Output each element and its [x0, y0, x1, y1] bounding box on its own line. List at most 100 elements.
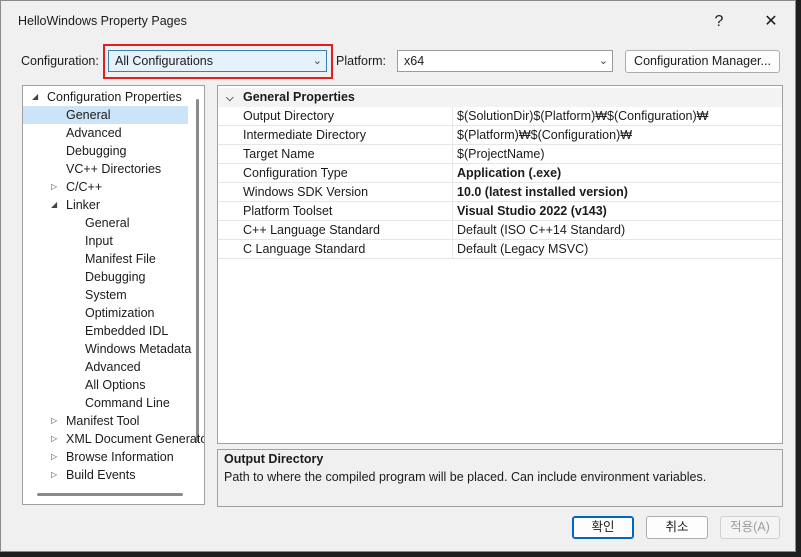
property-row[interactable]: Intermediate Directory $(Platform)₩$(Conf… — [218, 126, 782, 145]
tree-item[interactable]: VC++ Directories — [23, 160, 193, 178]
property-name: Platform Toolset — [243, 204, 333, 218]
tree-item[interactable]: Advanced — [23, 124, 193, 142]
collapsed-arrow-icon[interactable]: ▷ — [51, 412, 57, 430]
tree-item-label: Debugging — [85, 270, 146, 284]
tree-item-label: Windows Metadata — [85, 342, 192, 356]
property-name: Configuration Type — [243, 166, 348, 180]
expanded-arrow-icon[interactable]: ◢ — [51, 196, 57, 214]
tree-item[interactable]: ▷ Browse Information — [23, 448, 193, 466]
tree-item-label: C/C++ — [66, 180, 103, 194]
column-divider — [452, 202, 453, 221]
property-value[interactable]: 10.0 (latest installed version) — [457, 183, 628, 202]
property-name: C++ Language Standard — [243, 223, 380, 237]
property-value[interactable]: Default (Legacy MSVC) — [457, 240, 588, 259]
tree-item-label: Configuration Properties — [47, 90, 182, 104]
column-divider — [452, 183, 453, 202]
tree-item-label: XML Document Generator — [66, 432, 205, 446]
tree-item[interactable]: Debugging — [23, 268, 193, 286]
property-value[interactable]: $(SolutionDir)$(Platform)₩$(Configuratio… — [457, 107, 708, 126]
tree-item-label: Input — [85, 234, 113, 248]
tree-item-label: Advanced — [66, 126, 122, 140]
collapsed-arrow-icon[interactable]: ▷ — [51, 178, 57, 196]
tree-item-label: General — [66, 108, 111, 122]
tree-item[interactable]: All Options — [23, 376, 193, 394]
tree-item[interactable]: Advanced — [23, 358, 193, 376]
tree-item-label: Linker — [66, 198, 101, 212]
chevron-down-icon[interactable]: ⌵ — [226, 89, 234, 108]
close-icon[interactable]: ✕ — [759, 11, 783, 33]
description-panel: Output Directory Path to where the compi… — [217, 449, 783, 507]
column-divider — [452, 240, 453, 259]
tree-item-label: Advanced — [85, 360, 141, 374]
property-row[interactable]: Platform Toolset Visual Studio 2022 (v143… — [218, 202, 782, 221]
column-divider — [452, 145, 453, 164]
platform-value: x64 — [404, 54, 425, 68]
column-divider — [452, 126, 453, 145]
tree-item-label: Optimization — [85, 306, 155, 320]
property-value[interactable]: $(Platform)₩$(Configuration)₩ — [457, 126, 632, 145]
property-row[interactable]: Target Name $(ProjectName) — [218, 145, 782, 164]
property-value[interactable]: Visual Studio 2022 (v143) — [457, 202, 607, 221]
tree-item-label: Embedded IDL — [85, 324, 169, 338]
property-name: Windows SDK Version — [243, 185, 369, 199]
column-divider — [452, 107, 453, 126]
tree-item-label: Build Events — [66, 468, 136, 482]
configuration-value: All Configurations — [115, 54, 213, 68]
tree-item[interactable]: Manifest File — [23, 250, 193, 268]
tree-item[interactable]: ◢ Linker — [23, 196, 193, 214]
tree-item[interactable]: ▷ Manifest Tool — [23, 412, 193, 430]
cancel-button[interactable]: 취소 — [646, 516, 708, 539]
tree-item[interactable]: Input — [23, 232, 193, 250]
tree-item[interactable]: Command Line — [23, 394, 193, 412]
apply-button[interactable]: 적용(A) — [720, 516, 780, 539]
property-row[interactable]: Output Directory $(SolutionDir)$(Platform… — [218, 107, 782, 126]
title-bar: HelloWindows Property Pages ? ✕ — [1, 1, 795, 41]
tree-item-label: All Options — [85, 378, 146, 392]
property-value[interactable]: $(ProjectName) — [457, 145, 545, 164]
tree-item[interactable]: General — [23, 214, 193, 232]
tree-item[interactable]: ◢ Configuration Properties — [23, 88, 193, 106]
tree-item[interactable]: Windows Metadata — [23, 340, 193, 358]
chevron-down-icon: ⌄ — [598, 55, 608, 67]
property-row[interactable]: Configuration Type Application (.exe) — [218, 164, 782, 183]
property-tree[interactable]: ◢ Configuration Properties General Advanced… — [22, 85, 205, 505]
property-row[interactable]: Windows SDK Version 10.0 (latest installe… — [218, 183, 782, 202]
tree-item[interactable]: Debugging — [23, 142, 193, 160]
platform-label: Platform: — [336, 54, 387, 68]
tree-item-label: Browse Information — [66, 450, 174, 464]
chevron-down-icon: ⌄ — [312, 55, 322, 67]
tree-item[interactable]: General — [23, 106, 188, 124]
tree-item-label: Debugging — [66, 144, 127, 158]
tree-item-label: Command Line — [85, 396, 170, 410]
column-divider — [452, 164, 453, 183]
tree-item[interactable]: ▷ Build Events — [23, 466, 193, 484]
tree-item[interactable]: ▷ XML Document Generator — [23, 430, 204, 448]
configuration-manager-button[interactable]: Configuration Manager... — [625, 50, 780, 73]
collapsed-arrow-icon[interactable]: ▷ — [51, 448, 57, 466]
help-icon[interactable]: ? — [707, 11, 731, 33]
tree-item[interactable]: Embedded IDL — [23, 322, 193, 340]
property-row[interactable]: C Language Standard Default (Legacy MSVC) — [218, 240, 782, 259]
property-row[interactable]: C++ Language Standard Default (ISO C++14 … — [218, 221, 782, 240]
tree-horizontal-scrollbar[interactable] — [37, 493, 183, 496]
description-text: Path to where the compiled program will … — [224, 470, 707, 484]
configuration-dropdown[interactable]: All Configurations ⌄ — [108, 50, 327, 72]
collapsed-arrow-icon[interactable]: ▷ — [51, 466, 57, 484]
property-name: Output Directory — [243, 109, 335, 123]
tree-item-label: General — [85, 216, 130, 230]
property-value[interactable]: Default (ISO C++14 Standard) — [457, 221, 625, 240]
expanded-arrow-icon[interactable]: ◢ — [32, 88, 38, 106]
tree-vertical-scrollbar[interactable] — [196, 99, 199, 442]
section-header[interactable]: ⌵ General Properties — [218, 88, 782, 107]
property-pages-dialog: HelloWindows Property Pages ? ✕ Configur… — [0, 0, 796, 552]
platform-dropdown[interactable]: x64 ⌄ — [397, 50, 613, 72]
tree-item[interactable]: System — [23, 286, 193, 304]
tree-item-label: Manifest File — [85, 252, 156, 266]
ok-button[interactable]: 확인 — [572, 516, 634, 539]
property-value[interactable]: Application (.exe) — [457, 164, 561, 183]
property-name: C Language Standard — [243, 242, 366, 256]
tree-item[interactable]: Optimization — [23, 304, 193, 322]
property-name: Intermediate Directory — [243, 128, 366, 142]
collapsed-arrow-icon[interactable]: ▷ — [51, 430, 57, 448]
tree-item[interactable]: ▷ C/C++ — [23, 178, 193, 196]
